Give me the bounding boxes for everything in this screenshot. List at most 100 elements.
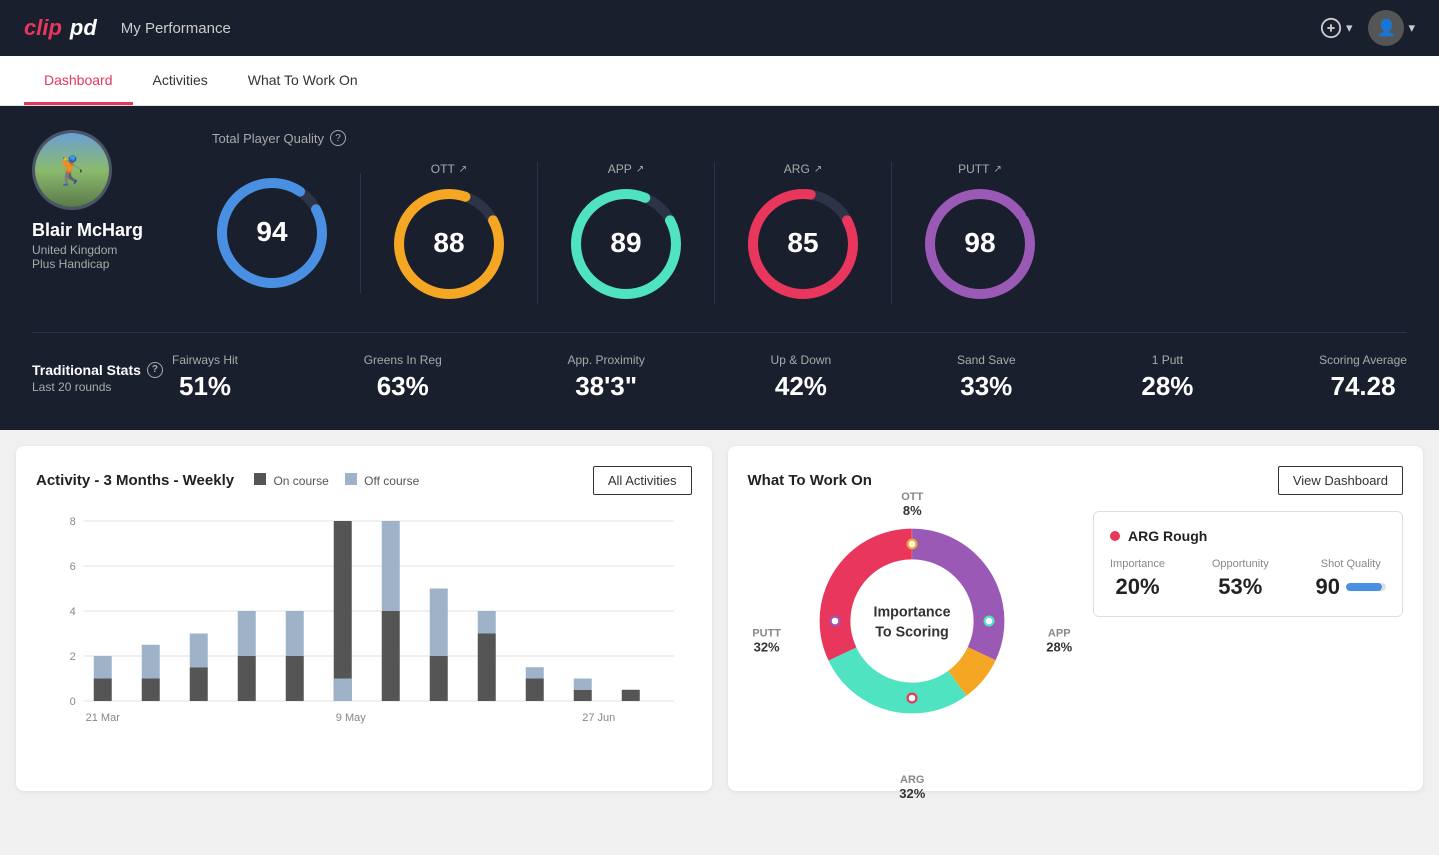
bar-off-7 <box>382 521 400 611</box>
gauge-arg-label: ARG ↗ <box>784 162 822 176</box>
bar-chart-area: 0 2 4 6 8 <box>36 511 692 731</box>
gauge-putt-label: PUTT ↗ <box>958 162 1002 176</box>
gauge-arg: ARG ↗ 85 <box>715 162 892 304</box>
bar-on-3 <box>190 667 208 701</box>
arg-stat-shot-quality-bar: 90 <box>1316 574 1386 600</box>
gauge-ott-label: OTT ↗ <box>431 162 467 176</box>
bottom-section: Activity - 3 Months - Weekly On course O… <box>0 430 1439 807</box>
gauge-putt: PUTT ↗ 98 <box>892 162 1068 304</box>
avatar-wrapper[interactable]: 👤 ▾ <box>1368 10 1415 46</box>
trad-stats-items: Fairways Hit 51% Greens In Reg 63% App. … <box>172 353 1407 402</box>
bar-on-5 <box>286 656 304 701</box>
gauge-overall: 94 <box>212 173 361 293</box>
bar-off-3 <box>190 634 208 668</box>
player-info: 🏌️ Blair McHarg United Kingdom Plus Hand… <box>32 130 212 271</box>
app-trend-icon: ↗ <box>636 164 644 175</box>
svg-text:88: 88 <box>433 227 464 258</box>
all-activities-button[interactable]: All Activities <box>593 466 692 495</box>
bar-off-1 <box>94 656 112 679</box>
svg-text:9 May: 9 May <box>336 712 366 724</box>
logo-area: clippd My Performance <box>24 15 231 41</box>
stat-fairways-hit: Fairways Hit 51% <box>172 353 238 402</box>
bar-on-4 <box>238 656 256 701</box>
trad-stats-subtitle: Last 20 rounds <box>32 380 172 394</box>
stat-up-down: Up & Down 42% <box>771 353 832 402</box>
quality-help-icon[interactable]: ? <box>330 130 346 146</box>
gauge-arg-svg: 85 <box>743 184 863 304</box>
gauge-app: APP ↗ 89 <box>538 162 715 304</box>
svg-text:89: 89 <box>610 227 641 258</box>
arg-label: ARG 32% <box>899 774 925 801</box>
tab-activities[interactable]: Activities <box>133 56 228 105</box>
legend-on-course-dot <box>254 473 266 485</box>
putt-trend-icon: ↗ <box>993 164 1001 175</box>
arg-rough-stats: Importance 20% Opportunity 53% Shot Qual… <box>1110 558 1386 600</box>
svg-text:21 Mar: 21 Mar <box>86 712 121 724</box>
bar-off-6 <box>334 679 352 702</box>
mini-bar-fill <box>1346 583 1382 591</box>
gauge-overall-svg: 94 <box>212 173 332 293</box>
bar-off-2 <box>142 645 160 679</box>
gauge-app-label: APP ↗ <box>608 162 644 176</box>
bar-on-9 <box>478 634 496 702</box>
avatar-chevron: ▾ <box>1408 20 1415 36</box>
bar-on-8 <box>430 656 448 701</box>
bar-on-11 <box>574 690 592 701</box>
trad-stats-help-icon[interactable]: ? <box>147 362 163 378</box>
activity-card: Activity - 3 Months - Weekly On course O… <box>16 446 712 791</box>
gauge-putt-svg: 98 <box>920 184 1040 304</box>
chart-legend: On course Off course <box>254 473 419 488</box>
svg-text:85: 85 <box>787 227 818 258</box>
ott-trend-icon: ↗ <box>459 164 467 175</box>
bar-on-7 <box>382 611 400 701</box>
work-on-title: What To Work On <box>748 472 872 489</box>
svg-text:0: 0 <box>70 696 76 708</box>
arg-stat-opportunity: Opportunity 53% <box>1212 558 1269 600</box>
arg-rough-dot <box>1110 531 1120 541</box>
stats-top: 🏌️ Blair McHarg United Kingdom Plus Hand… <box>32 130 1407 304</box>
player-avatar-image: 🏌️ <box>35 133 109 207</box>
header-title: My Performance <box>121 20 231 37</box>
header: clippd My Performance ▾ 👤 ▾ <box>0 0 1439 56</box>
work-on-card-header: What To Work On View Dashboard <box>748 466 1404 495</box>
add-button[interactable]: ▾ <box>1320 17 1353 39</box>
arg-rough-card: ARG Rough Importance 20% Opportunity 53%… <box>1093 511 1403 617</box>
bar-on-2 <box>142 679 160 702</box>
putt-label: PUTT 32% <box>752 628 781 655</box>
bar-chart-svg: 0 2 4 6 8 <box>36 511 692 731</box>
bar-on-1 <box>94 679 112 702</box>
quality-title: Total Player Quality ? <box>212 130 1407 146</box>
activity-card-header: Activity - 3 Months - Weekly On course O… <box>36 466 692 495</box>
svg-text:4: 4 <box>70 606 76 618</box>
bar-off-5 <box>286 611 304 656</box>
quality-section: Total Player Quality ? 94 OTT <box>212 130 1407 304</box>
svg-text:27 Jun: 27 Jun <box>582 712 615 724</box>
svg-text:6: 6 <box>70 561 76 573</box>
bar-off-8 <box>430 589 448 657</box>
trad-stats-title: Traditional Stats ? <box>32 362 172 378</box>
bar-on-10 <box>526 679 544 702</box>
quality-gauges: 94 OTT ↗ 88 <box>212 162 1407 304</box>
tab-what-to-work-on[interactable]: What To Work On <box>228 56 378 105</box>
svg-text:Importance: Importance <box>874 605 951 621</box>
avatar: 👤 <box>1368 10 1404 46</box>
donut-svg: Importance To Scoring <box>802 511 1022 731</box>
gauge-ott: OTT ↗ 88 <box>361 162 538 304</box>
ott-label: OTT 8% <box>901 491 923 518</box>
add-dropdown-chevron: ▾ <box>1346 20 1353 36</box>
tab-dashboard[interactable]: Dashboard <box>24 56 133 105</box>
header-actions: ▾ 👤 ▾ <box>1320 10 1415 46</box>
mini-bar <box>1346 583 1386 591</box>
donut-section: Importance To Scoring OTT 8% <box>748 511 1078 771</box>
arg-trend-icon: ↗ <box>814 164 822 175</box>
stat-greens-in-reg: Greens In Reg 63% <box>364 353 442 402</box>
view-dashboard-button[interactable]: View Dashboard <box>1278 466 1403 495</box>
stats-banner: 🏌️ Blair McHarg United Kingdom Plus Hand… <box>0 106 1439 430</box>
legend-off-course-dot <box>345 473 357 485</box>
arg-stat-shot-quality: Shot Quality 90 <box>1316 558 1386 600</box>
bar-on-12 <box>622 690 640 701</box>
logo-icon: clip <box>24 15 62 41</box>
svg-text:2: 2 <box>70 651 76 663</box>
tabs-bar: Dashboard Activities What To Work On <box>0 56 1439 106</box>
bar-off-9 <box>478 611 496 634</box>
